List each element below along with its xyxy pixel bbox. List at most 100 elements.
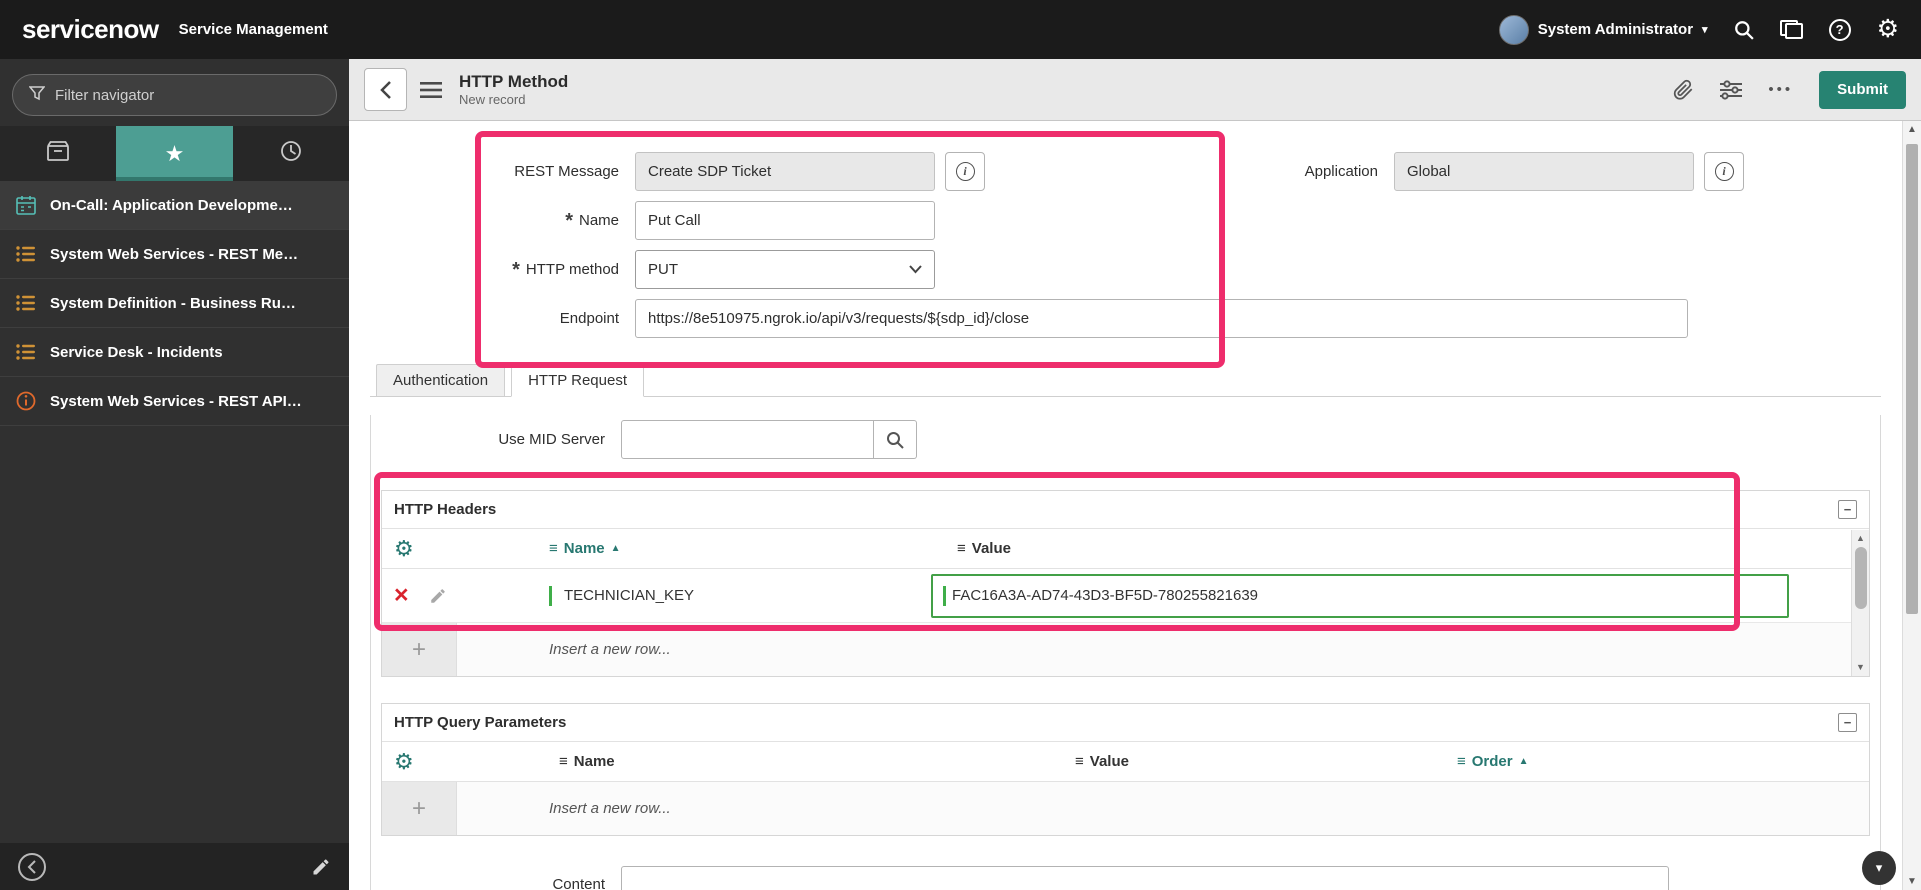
top-banner: servicenow Service Management System Adm…	[0, 0, 1921, 59]
form-scroll-area: REST Message i Application i *Name	[349, 121, 1902, 890]
edit-row-icon[interactable]	[429, 587, 447, 605]
tab-authentication[interactable]: Authentication	[376, 364, 506, 397]
scroll-bottom-button[interactable]: ▾	[1862, 851, 1896, 885]
column-header-value[interactable]: ≡ Value	[1075, 753, 1129, 770]
edit-favorites-icon[interactable]	[311, 857, 331, 877]
submit-button[interactable]: Submit	[1819, 70, 1906, 109]
main-scrollbar[interactable]: ▲ ▼	[1902, 121, 1921, 890]
product-name: Service Management	[178, 21, 328, 38]
collapse-navigator-icon[interactable]	[18, 852, 46, 881]
sort-asc-icon: ▲	[1518, 756, 1529, 767]
tab-favorites[interactable]: ★	[116, 126, 233, 181]
list-icon	[16, 295, 36, 311]
favorite-item-rest-api[interactable]: System Web Services - REST API…	[0, 377, 349, 426]
search-icon[interactable]	[1734, 20, 1754, 40]
form-row-content: Content	[381, 866, 1870, 890]
navigator-footer	[0, 843, 349, 890]
collapse-icon[interactable]: −	[1838, 500, 1857, 519]
main-content: HTTP Method New record ••• Submit REST M…	[349, 59, 1921, 890]
header-name-text: TECHNICIAN_KEY	[564, 587, 695, 604]
personalize-form-icon[interactable]	[1720, 79, 1743, 100]
http-query-params-title: HTTP Query Parameters	[394, 714, 567, 731]
text-cursor	[549, 585, 552, 606]
name-field[interactable]	[635, 201, 935, 240]
tab-history[interactable]	[233, 126, 349, 181]
header-name-cell[interactable]: TECHNICIAN_KEY	[549, 585, 931, 606]
filter-navigator[interactable]	[12, 74, 337, 116]
filter-navigator-input[interactable]	[55, 86, 320, 104]
favorite-item-label: Service Desk - Incidents	[50, 343, 223, 361]
header-value-input[interactable]: FAC16A3A-AD74-43D3-BF5D-780255821639	[931, 573, 1789, 618]
favorite-item-incidents[interactable]: Service Desk - Incidents	[0, 328, 349, 377]
attachment-icon[interactable]	[1673, 79, 1694, 101]
navigator-tabs: ★	[0, 126, 349, 181]
scroll-down-icon[interactable]: ▼	[1856, 661, 1865, 674]
column-header-order[interactable]: ≡ Order ▲	[1457, 753, 1529, 770]
favorite-item-label: System Web Services - REST API…	[50, 392, 302, 410]
help-icon[interactable]: ?	[1828, 18, 1851, 41]
list-settings-gear-icon[interactable]: ⚙	[394, 750, 414, 773]
rest-message-field[interactable]	[635, 152, 935, 191]
column-header-name[interactable]: ≡ Name	[559, 753, 615, 770]
mid-server-lookup-button[interactable]	[874, 420, 917, 459]
funnel-icon	[28, 85, 46, 106]
delete-row-icon[interactable]: ×	[394, 583, 409, 608]
clock-icon	[280, 140, 302, 167]
http-method-select[interactable]: PUT	[635, 250, 935, 289]
application-navigator: ★ On-Call: Application Developme…	[0, 59, 349, 890]
calendar-icon	[16, 195, 36, 215]
insert-row-label[interactable]: Insert a new row...	[549, 623, 671, 676]
favorite-item-label: System Web Services - REST Me…	[50, 245, 299, 263]
scrollbar-thumb[interactable]	[1855, 546, 1867, 609]
record-header-actions: ••• Submit	[1673, 70, 1906, 109]
scrollbar-thumb[interactable]	[1906, 144, 1918, 614]
insert-row-label[interactable]: Insert a new row...	[549, 782, 671, 835]
rest-message-label: REST Message	[514, 163, 619, 180]
add-row-icon[interactable]: +	[382, 623, 457, 676]
form-context-menu-icon[interactable]	[420, 81, 442, 98]
column-menu-icon: ≡	[957, 540, 966, 557]
http-method-value: PUT	[648, 261, 678, 278]
http-headers-panel: HTTP Headers − ⚙ ≡ Name ▲ ≡ Value × TECH…	[381, 490, 1870, 677]
endpoint-label: Endpoint	[559, 310, 619, 327]
column-header-value[interactable]: ≡ Value	[957, 540, 1011, 557]
add-row-icon[interactable]: +	[382, 782, 457, 835]
endpoint-field[interactable]	[635, 299, 1688, 338]
user-menu[interactable]: System Administrator ▾	[1498, 14, 1708, 45]
mid-server-field[interactable]	[621, 420, 874, 459]
favorite-item-oncall[interactable]: On-Call: Application Developme…	[0, 181, 349, 230]
favorite-item-rest-messages[interactable]: System Web Services - REST Me…	[0, 230, 349, 279]
app-switcher-icon[interactable]	[1779, 20, 1803, 39]
scroll-up-icon[interactable]: ▲	[1856, 532, 1865, 545]
favorite-item-label: System Definition - Business Ru…	[50, 294, 296, 312]
name-label: * Name	[565, 209, 619, 232]
column-header-name[interactable]: ≡ Name ▲	[549, 540, 621, 557]
content-field[interactable]	[621, 866, 1669, 890]
scroll-up-icon[interactable]: ▲	[1903, 124, 1921, 135]
page-subtitle: New record	[459, 92, 526, 107]
scroll-down-icon[interactable]: ▼	[1903, 876, 1921, 887]
list-icon	[16, 344, 36, 360]
application-field[interactable]	[1394, 152, 1694, 191]
http-query-params-panel: HTTP Query Parameters − ⚙ ≡Name ≡Value	[381, 703, 1870, 836]
back-button[interactable]	[364, 68, 407, 111]
rest-message-info-button[interactable]: i	[945, 152, 985, 191]
mid-server-label: Use MID Server	[498, 431, 605, 448]
list-settings-gear-icon[interactable]: ⚙	[394, 537, 414, 560]
form-row-mid-server: Use MID Server	[381, 415, 1870, 464]
tab-http-request[interactable]: HTTP Request	[511, 363, 645, 397]
form-fields: REST Message i Application i *Name	[349, 121, 1902, 343]
tab-all-applications[interactable]	[0, 126, 116, 181]
more-options-icon[interactable]: •••	[1768, 81, 1793, 98]
http-header-row: × TECHNICIAN_KEY FAC16A3A-AD74-43D3-BF5D…	[382, 569, 1869, 623]
avatar	[1498, 14, 1529, 45]
application-info-button[interactable]: i	[1704, 152, 1744, 191]
favorite-item-business-rules[interactable]: System Definition - Business Ru…	[0, 279, 349, 328]
collapse-icon[interactable]: −	[1838, 713, 1857, 732]
header-value-text: FAC16A3A-AD74-43D3-BF5D-780255821639	[952, 587, 1259, 604]
gear-icon[interactable]: ⚙	[1877, 17, 1899, 42]
app-root: servicenow Service Management System Adm…	[0, 0, 1921, 890]
http-headers-scrollbar[interactable]: ▲ ▼	[1851, 530, 1869, 676]
http-query-params-insert-row: + Insert a new row...	[382, 782, 1869, 835]
servicenow-logo[interactable]: servicenow	[22, 14, 159, 45]
